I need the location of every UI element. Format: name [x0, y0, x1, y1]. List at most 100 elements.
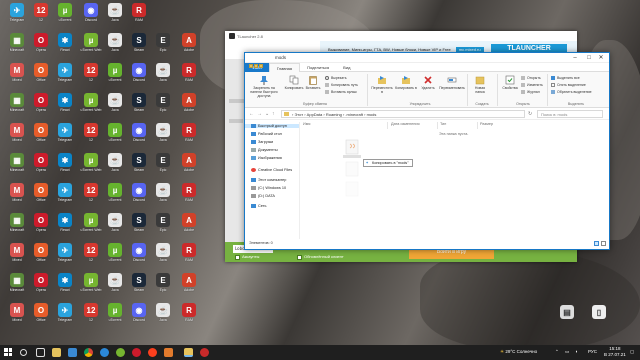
desktop-icon[interactable]: ▦ Minecraft: [6, 213, 28, 241]
desktop-icon[interactable]: E Epic: [152, 213, 174, 241]
desktop-icon[interactable]: 12 12: [80, 63, 102, 91]
desktop-icon[interactable]: O Office: [30, 63, 52, 91]
clock[interactable]: 15:18 В 27.07.21: [604, 346, 626, 358]
task-view-icon[interactable]: [36, 348, 45, 357]
utorrent-taskbar-icon[interactable]: [116, 348, 125, 357]
desktop-icon[interactable]: ☕ Java: [152, 123, 174, 151]
desktop-icon[interactable]: ✈ Telegram: [54, 63, 76, 91]
desktop-icon[interactable]: M Mixed: [6, 303, 28, 331]
accounts-checkbox[interactable]: [235, 255, 240, 260]
large-icons-view-icon[interactable]: [601, 241, 606, 246]
address-field[interactable]: › Этот › AppData › Roaming › .minecraft …: [281, 110, 525, 118]
nav-pictures[interactable]: Изображения: [251, 156, 282, 160]
desktop-icon[interactable]: O Opera: [30, 93, 52, 121]
desktop-icon[interactable]: ☕ Java: [152, 63, 174, 91]
desktop-icon[interactable]: ◉ Discord: [128, 63, 150, 91]
desktop-icon[interactable]: O Opera: [30, 213, 52, 241]
desktop-icon[interactable]: ✈ Telegram: [6, 3, 28, 31]
desktop-icon[interactable]: µ uTorrent Web: [80, 93, 102, 121]
tab-home[interactable]: Главная: [268, 62, 301, 72]
nav-network[interactable]: Сеть: [251, 204, 266, 208]
desktop-icon[interactable]: O Opera: [30, 33, 52, 61]
desktop-icon[interactable]: ▦ Minecraft: [6, 93, 28, 121]
desktop-icon[interactable]: ✈ Telegram: [54, 243, 76, 271]
paste-button[interactable]: Вставить: [305, 75, 321, 90]
desktop-icon[interactable]: S Steam: [128, 33, 150, 61]
breadcrumb-item[interactable]: .minecraft: [345, 112, 363, 117]
desktop-icon[interactable]: ◉ Discord: [128, 123, 150, 151]
desktop-icon[interactable]: µ uTorrent: [104, 243, 126, 271]
desktop-icon[interactable]: ☕ Java: [152, 243, 174, 271]
file-explorer-icon[interactable]: [52, 348, 61, 357]
weather-widget[interactable]: ☀ 29°C Солнечно: [500, 349, 537, 355]
desktop-icon-right[interactable]: ▯: [588, 305, 610, 333]
file-list-pane[interactable]: Имя Дата изменения Тип Размер Эта папка …: [301, 122, 610, 239]
desktop-icon[interactable]: ▦ Minecraft: [6, 153, 28, 181]
desktop-icon[interactable]: S Steam: [128, 273, 150, 301]
back-arrow-icon[interactable]: ←: [249, 111, 254, 117]
desktop-icon[interactable]: ◉ Discord: [80, 3, 102, 31]
desktop-icon[interactable]: R RAM: [178, 303, 200, 331]
desktop-icon[interactable]: µ uTorrent: [104, 63, 126, 91]
desktop-icon[interactable]: A Adobe: [178, 153, 200, 181]
desktop-icon[interactable]: R RAM: [178, 63, 200, 91]
desktop-icon[interactable]: ☕ Java: [104, 93, 126, 121]
desktop-icon[interactable]: ☕ Java: [152, 183, 174, 211]
desktop-icon[interactable]: [80, 303, 102, 331]
desktop-icon[interactable]: S Steam: [128, 153, 150, 181]
desktop-icon[interactable]: ✈ Telegram: [54, 183, 76, 211]
desktop-icon-right[interactable]: ▤: [556, 305, 578, 333]
desktop-icon[interactable]: ✈ Telegram: [54, 123, 76, 151]
desktop-icon[interactable]: [54, 303, 76, 331]
yandex-icon[interactable]: [148, 348, 157, 357]
explorer-titlebar[interactable]: mods – □ ✕: [245, 53, 609, 68]
desktop-icon[interactable]: µ uTorrent Web: [80, 213, 102, 241]
desktop-icon[interactable]: ☕ Java: [152, 303, 174, 331]
windows-start-icon[interactable]: [4, 348, 12, 356]
nav-documents[interactable]: Документы: [251, 148, 278, 152]
desktop-icon[interactable]: ✱ React: [54, 273, 76, 301]
language-indicator[interactable]: РУС: [588, 349, 597, 354]
desktop-icon[interactable]: R RAM: [178, 243, 200, 271]
desktop-icon[interactable]: E Epic: [152, 153, 174, 181]
forward-arrow-icon[interactable]: →: [257, 111, 262, 117]
edit-button[interactable]: Изменить: [521, 83, 543, 87]
column-header-type[interactable]: Тип: [440, 122, 446, 126]
desktop-icon[interactable]: M Mixed: [6, 123, 28, 151]
select-none-button[interactable]: Снять выделение: [551, 83, 586, 87]
desktop-icon[interactable]: µ uTorrent Web: [80, 33, 102, 61]
desktop-icon[interactable]: ☕ Java: [104, 273, 126, 301]
close-button[interactable]: ✕: [595, 53, 607, 63]
nav-drive-c[interactable]: (C:) Windows 10: [251, 186, 286, 190]
desktop-icon[interactable]: R RAM: [178, 183, 200, 211]
desktop-icon[interactable]: O Office: [30, 243, 52, 271]
desktop-icon[interactable]: ☕ Java: [104, 213, 126, 241]
desktop-icon[interactable]: µ uTorrent Web: [80, 273, 102, 301]
column-header-size[interactable]: Размер: [480, 122, 493, 126]
explorer-window[interactable]: mods – □ ✕ Файл Главная Поделиться Вид З…: [244, 52, 610, 250]
desktop-icon[interactable]: S Steam: [128, 93, 150, 121]
java-taskbar-icon[interactable]: [164, 348, 173, 357]
desktop-icon[interactable]: O Office: [30, 123, 52, 151]
desktop-icon[interactable]: 12 12: [80, 243, 102, 271]
desktop-icon[interactable]: E Epic: [152, 273, 174, 301]
nav-downloads[interactable]: Загрузки: [251, 140, 273, 144]
desktop-icon[interactable]: A Adobe: [178, 213, 200, 241]
open-button[interactable]: Открыть: [521, 76, 541, 80]
nav-this-pc[interactable]: Этот компьютер: [251, 178, 286, 182]
desktop-icon[interactable]: S Steam: [128, 213, 150, 241]
quick-access-toolbar[interactable]: [249, 55, 269, 68]
tab-view[interactable]: Вид: [336, 63, 357, 72]
desktop-icon[interactable]: ✱ React: [54, 153, 76, 181]
details-view-icon[interactable]: [594, 241, 599, 246]
desktop-icon[interactable]: ▦ Minecraft: [6, 33, 28, 61]
desktop-icon[interactable]: 12 12: [80, 123, 102, 151]
explorer-taskbar-icon[interactable]: [184, 348, 193, 357]
recent-chevron-icon[interactable]: ⌄: [265, 111, 269, 117]
desktop-icon[interactable]: O Opera: [30, 273, 52, 301]
network-tray-icon[interactable]: ▭: [565, 349, 569, 355]
nav-drive-d[interactable]: (D:) DATA: [251, 194, 275, 198]
copy-to-button[interactable]: Копировать в: [395, 75, 417, 90]
chrome-icon[interactable]: [84, 348, 93, 357]
record-icon[interactable]: [200, 348, 209, 357]
